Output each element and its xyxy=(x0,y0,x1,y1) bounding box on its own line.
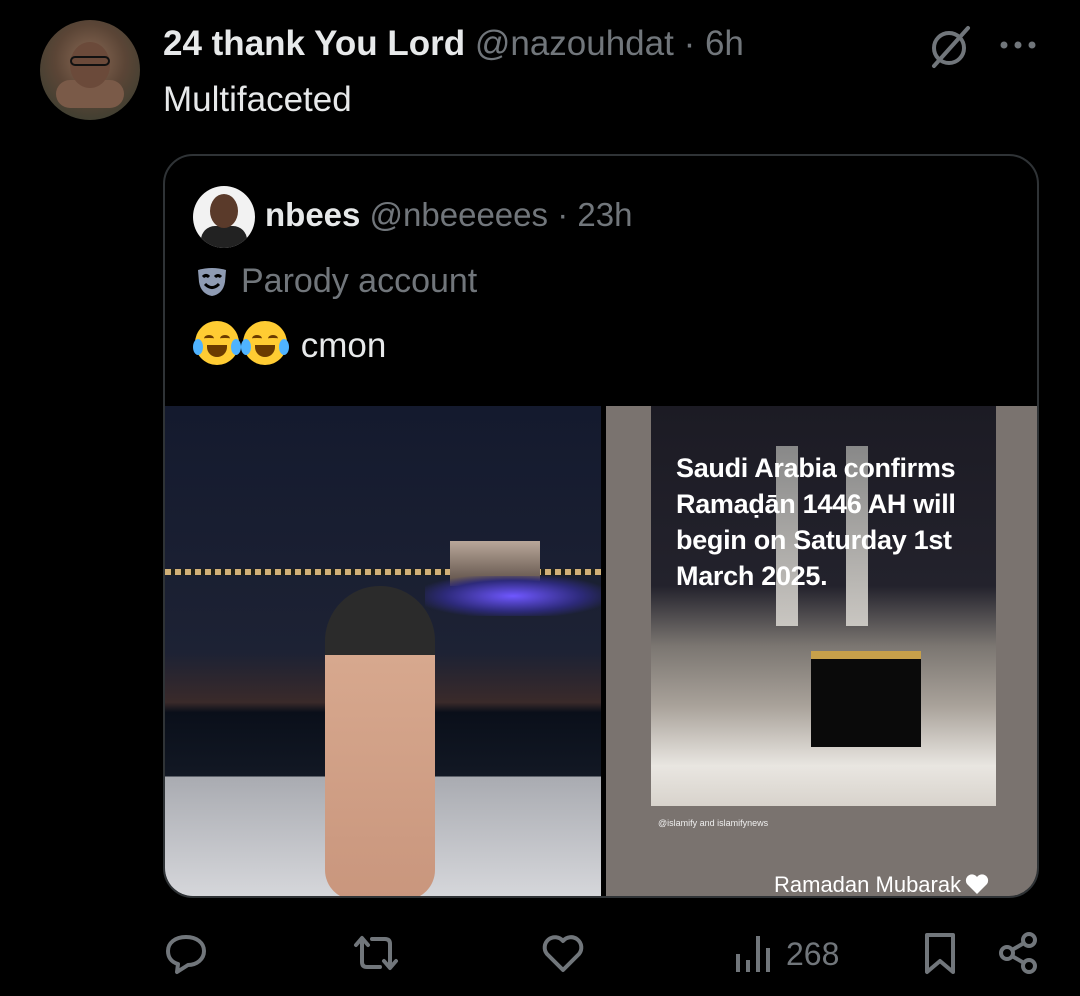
repost-icon[interactable] xyxy=(352,930,400,976)
post-time[interactable]: 6h xyxy=(705,24,744,63)
like-icon[interactable] xyxy=(540,930,586,976)
kaaba-shape xyxy=(811,651,921,747)
reply-icon[interactable] xyxy=(163,930,209,976)
author-avatar[interactable] xyxy=(40,20,140,120)
parody-mask-icon xyxy=(198,268,226,296)
media-image-beach[interactable] xyxy=(165,406,601,896)
author-name[interactable]: 24 thank You Lord xyxy=(163,24,465,63)
grok-icon[interactable] xyxy=(928,24,974,70)
parody-label: Parody account xyxy=(195,261,477,301)
person-figure xyxy=(325,586,435,896)
post-header: 24 thank You Lord @nazouhdat · 6h xyxy=(163,24,744,64)
author-handle[interactable]: @nazouhdat xyxy=(475,24,674,63)
media-image-ramadan[interactable]: Saudi Arabia confirms Ramaḍān 1446 AH wi… xyxy=(606,406,1037,897)
action-bar: 268 xyxy=(0,920,1080,990)
quoted-post[interactable]: nbees @nbeeeees · 23h Parody account cmo… xyxy=(163,154,1039,898)
post-text: Multifaceted xyxy=(163,80,352,119)
quoted-post-text: cmon xyxy=(193,321,387,366)
separator: · xyxy=(683,24,696,63)
quoted-author-handle[interactable]: @nbeeeees xyxy=(370,196,548,233)
white-heart-icon xyxy=(966,874,989,894)
separator: · xyxy=(557,196,569,233)
post-view: 24 thank You Lord @nazouhdat · 6h Multif… xyxy=(0,0,1080,996)
share-icon[interactable] xyxy=(996,930,1040,976)
parody-label-text: Parody account xyxy=(241,262,478,300)
image-footer-text: Ramadan Mubarak xyxy=(774,872,962,897)
quoted-author-name[interactable]: nbees xyxy=(265,196,360,233)
quoted-author-avatar[interactable] xyxy=(193,186,255,248)
bookmark-icon[interactable] xyxy=(918,930,962,976)
more-icon[interactable] xyxy=(996,30,1040,60)
views-count: 268 xyxy=(786,936,840,972)
image-footer: Ramadan Mubarak xyxy=(774,872,989,897)
tears-of-joy-emoji xyxy=(193,321,241,365)
quoted-post-header: nbees @nbeeeees · 23h xyxy=(265,196,632,234)
views-icon[interactable] xyxy=(732,930,776,976)
tears-of-joy-emoji xyxy=(241,321,289,365)
quoted-post-time: 23h xyxy=(577,196,633,233)
quoted-text: cmon xyxy=(300,326,387,365)
ramadan-headline: Saudi Arabia confirms Ramaḍān 1446 AH wi… xyxy=(676,453,956,591)
image-credit: @islamify and islamifynews xyxy=(658,818,769,828)
